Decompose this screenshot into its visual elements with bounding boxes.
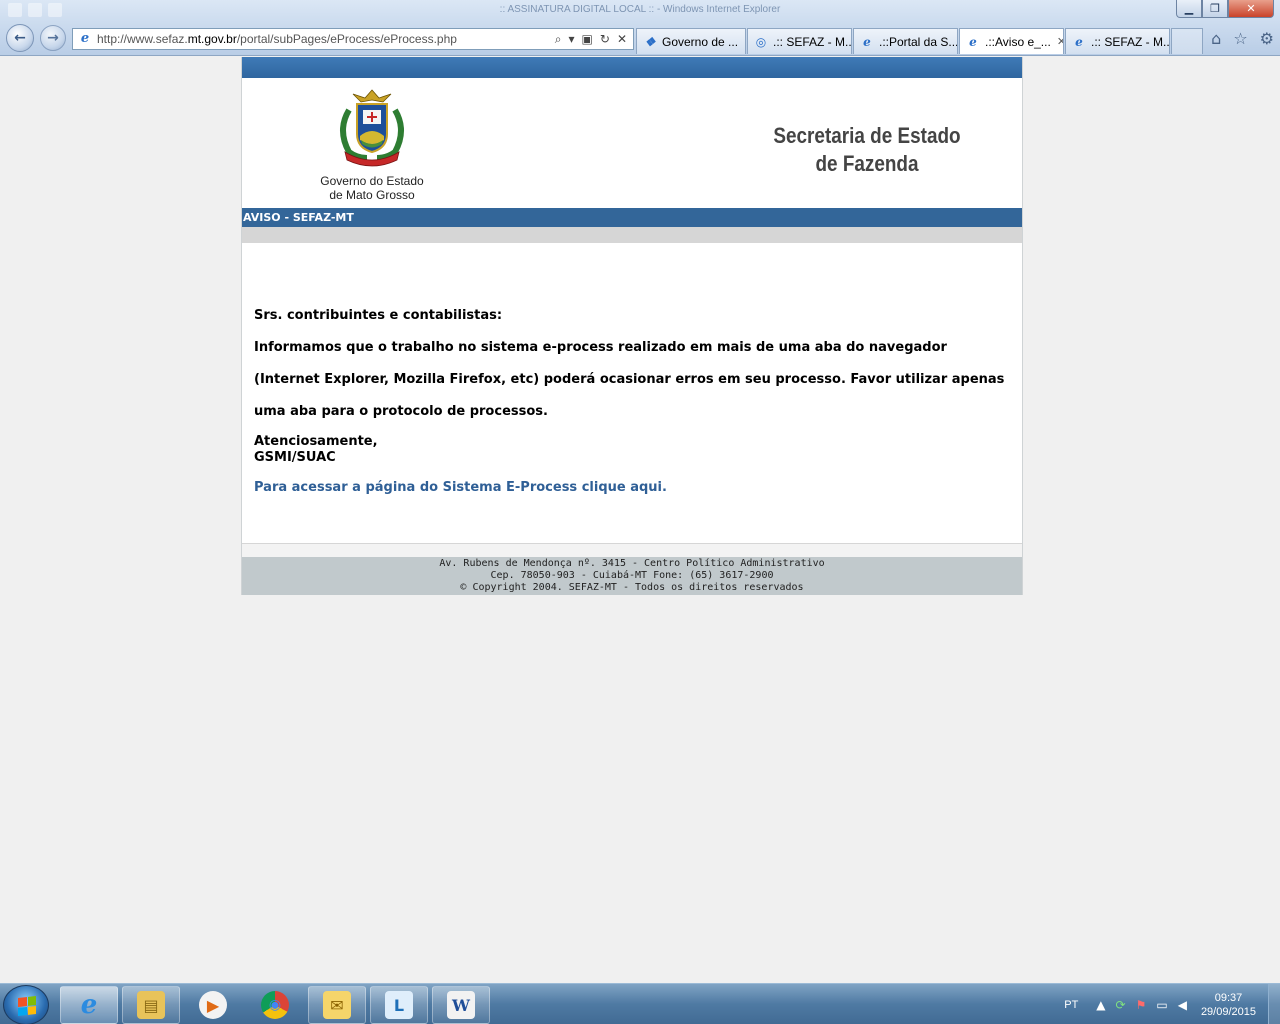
lync-icon: L [385, 991, 413, 1019]
folder-icon: ▤ [137, 991, 165, 1019]
notice-body: Informamos que o trabalho no sistema e-p… [254, 340, 1005, 419]
url-prefix: http://www.sefaz. [97, 32, 188, 46]
window-title: :: ASSINATURA DIGITAL LOCAL :: - Windows… [499, 4, 781, 15]
clock[interactable]: 09:37 29/09/2015 [1201, 991, 1256, 1019]
section-title-bar: AVISO - SEFAZ-MT [242, 208, 1022, 227]
tab-label: Governo de ... [662, 34, 739, 49]
coat-of-arms-icon [340, 89, 404, 167]
show-hidden-icons-icon[interactable]: ▲ [1096, 998, 1105, 1012]
clock-time: 09:37 [1214, 991, 1243, 1004]
taskbar-lync[interactable]: L [370, 986, 428, 1024]
system-tray: PT ▲ ⟳ ⚑ ▭ ◀ 09:37 29/09/2015 [1064, 984, 1280, 1024]
volume-icon[interactable]: ◀ [1178, 998, 1187, 1012]
sync-icon[interactable]: ⟳ [1116, 998, 1126, 1012]
eprocess-link[interactable]: Para acessar a página do Sistema E-Proce… [254, 480, 1014, 496]
arrow-right-icon: → [47, 30, 59, 46]
windows-logo-icon [18, 996, 36, 1016]
stop-icon[interactable]: ✕ [617, 32, 627, 47]
notice-greeting: Srs. contribuintes e contabilistas: [254, 308, 503, 323]
gray-divider [242, 227, 1022, 243]
home-icon[interactable]: ⌂ [1211, 29, 1221, 48]
internet-explorer-icon: e [80, 990, 98, 1020]
page-footer: Av. Rubens de Mendonça nº. 3415 - Centro… [242, 557, 1022, 595]
taskbar-media-player[interactable]: ▶ [184, 986, 242, 1024]
search-icon[interactable]: ⌕ [555, 32, 562, 47]
media-player-icon: ▶ [199, 991, 227, 1019]
tab-label: .::Portal da S... [879, 34, 958, 49]
close-tab-icon[interactable]: ✕ [1057, 35, 1063, 48]
forward-button[interactable]: → [40, 25, 66, 51]
gov-line-1: Governo do Estado [320, 174, 424, 188]
start-button[interactable] [3, 985, 49, 1024]
window-controls: ▁ ❐ ✕ [1176, 0, 1274, 18]
notice-closing: Atenciosamente, [254, 434, 378, 449]
new-tab-button[interactable] [1171, 28, 1203, 54]
notice-page: Governo do Estado de Mato Grosso Secreta… [241, 57, 1023, 595]
secretaria-title: Secretaria de Estado de Fazenda [734, 122, 1001, 178]
secretaria-line-2: de Fazenda [815, 151, 919, 176]
windows-taskbar: e ▤ ▶ ◉ ✉ L W PT ▲ ⟳ ⚑ ▭ ◀ 09:37 29/09/2… [0, 983, 1280, 1024]
browser-chrome: :: ASSINATURA DIGITAL LOCAL :: - Windows… [0, 0, 1280, 56]
clock-date: 29/09/2015 [1200, 1005, 1256, 1018]
secretaria-line-1: Secretaria de Estado [773, 123, 961, 148]
footer-contact: Cep. 78050-903 - Cuiabá-MT Fone: (65) 36… [490, 570, 774, 581]
minimize-button[interactable]: ▁ [1176, 0, 1202, 18]
taskbar-chrome[interactable]: ◉ [246, 986, 304, 1024]
network-icon[interactable]: ▭ [1156, 998, 1167, 1012]
back-button[interactable]: ← [6, 24, 34, 52]
taskbar-outlook[interactable]: ✉ [308, 986, 366, 1024]
settings-gear-icon[interactable]: ⚙ [1260, 29, 1274, 48]
url-domain: mt.gov.br [187, 32, 237, 46]
ie-page-icon: e [863, 34, 871, 49]
top-blue-bar [242, 57, 1022, 78]
favorites-star-icon[interactable]: ☆ [1233, 29, 1247, 48]
tab-sefaz-1[interactable]: ◎ .:: SEFAZ - M... [747, 28, 852, 54]
tab-label: .:: SEFAZ - M... [1091, 34, 1170, 49]
maximize-button[interactable]: ❐ [1202, 0, 1228, 18]
address-bar[interactable]: e http://www.sefaz.mt.gov.br/portal/subP… [72, 28, 634, 50]
ie-page-icon: e [1075, 34, 1083, 49]
tab-portal[interactable]: e .::Portal da S... [853, 28, 958, 54]
ie-page-icon: e [80, 31, 90, 46]
notice-content: Srs. contribuintes e contabilistas: Info… [242, 243, 1022, 496]
address-url[interactable]: http://www.sefaz.mt.gov.br/portal/subPag… [97, 32, 555, 46]
tab-sefaz-2[interactable]: e .:: SEFAZ - M... [1065, 28, 1170, 54]
gov-line-2: de Mato Grosso [329, 188, 415, 202]
page-favicon-icon: ❖ [644, 34, 656, 49]
compatibility-view-icon[interactable]: ▣ [582, 32, 593, 47]
arrow-left-icon: ← [14, 30, 26, 46]
language-indicator[interactable]: PT [1064, 999, 1078, 1011]
browser-tools: ⌂ ☆ ⚙ [1211, 29, 1274, 48]
title-bar: :: ASSINATURA DIGITAL LOCAL :: - Windows… [0, 0, 1280, 22]
notice-signature: GSMI/SUAC [254, 450, 336, 465]
url-path: /portal/subPages/eProcess/eProcess.php [236, 32, 457, 46]
taskbar-word[interactable]: W [432, 986, 490, 1024]
page-favicon-icon: ◎ [755, 34, 767, 49]
tab-aviso[interactable]: e .::Aviso e_... ✕ [959, 28, 1064, 54]
outlook-icon: ✉ [323, 991, 351, 1019]
ie-page-icon: e [969, 34, 977, 49]
header-banner: Governo do Estado de Mato Grosso Secreta… [242, 78, 1022, 208]
tab-governo[interactable]: ❖ Governo de ... [636, 28, 746, 54]
government-logo: Governo do Estado de Mato Grosso [302, 88, 442, 202]
refresh-icon[interactable]: ↻ [600, 32, 610, 47]
footer-separator [242, 543, 1022, 557]
word-icon: W [447, 991, 475, 1019]
footer-copyright: © Copyright 2004. SEFAZ-MT - Todos os di… [460, 582, 804, 593]
taskbar-file-explorer[interactable]: ▤ [122, 986, 180, 1024]
alert-flag-icon[interactable]: ⚑ [1136, 998, 1147, 1012]
chrome-icon: ◉ [261, 991, 289, 1019]
tab-label: .::Aviso e_... [985, 34, 1051, 49]
dropdown-arrow-icon[interactable]: ▾ [569, 32, 575, 47]
show-desktop-button[interactable] [1268, 984, 1280, 1024]
close-button[interactable]: ✕ [1228, 0, 1274, 18]
tab-strip: ❖ Governo de ... ◎ .:: SEFAZ - M... e .::Po… [636, 28, 1203, 54]
footer-address: Av. Rubens de Mendonça nº. 3415 - Centro… [439, 558, 825, 569]
page-viewport: Governo do Estado de Mato Grosso Secreta… [0, 57, 1280, 983]
tab-label: .:: SEFAZ - M... [773, 34, 852, 49]
taskbar-internet-explorer[interactable]: e [60, 986, 118, 1024]
